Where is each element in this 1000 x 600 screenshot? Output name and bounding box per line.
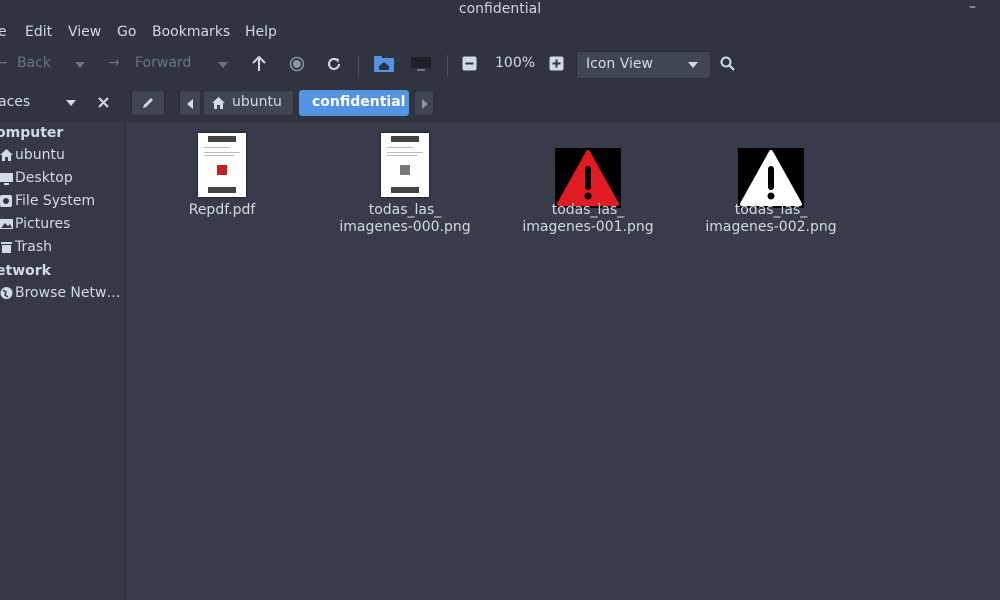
file-name: todas_las_ imagenes-001.png xyxy=(522,202,654,235)
crumb-label: confidential xyxy=(312,94,406,110)
menu-go[interactable]: Go xyxy=(117,24,136,40)
path-scroll-right-button[interactable] xyxy=(414,90,434,116)
path-scroll-left-button[interactable] xyxy=(179,90,201,116)
chevron-down-icon xyxy=(66,100,76,106)
zoom-out-icon[interactable] xyxy=(462,56,479,73)
menu-bookmarks[interactable]: Bookmarks xyxy=(152,24,230,40)
places-selector[interactable]: aces xyxy=(0,90,125,116)
toolbar-separator xyxy=(447,55,448,77)
sidebar-item-label: Trash xyxy=(15,239,52,255)
sidebar-item-label: ubuntu xyxy=(15,147,65,163)
sidebar-item-trash[interactable]: Trash xyxy=(0,237,124,260)
warning-icon xyxy=(555,148,621,208)
file-name: todas_las_ imagenes-002.png xyxy=(705,202,837,235)
menu-bar: e Edit View Go Bookmarks Help xyxy=(0,20,1000,46)
sidebar-item-label: Browse Netw… xyxy=(15,285,121,301)
menu-file[interactable]: e xyxy=(0,24,7,40)
file-item[interactable]: Repdf.pdf xyxy=(142,132,302,242)
up-arrow-icon[interactable] xyxy=(252,56,266,72)
stop-icon[interactable] xyxy=(289,56,305,72)
forward-dropdown-icon[interactable] xyxy=(218,62,228,68)
sidebar-item-label: File System xyxy=(15,193,96,209)
file-item[interactable]: todas_las_ imagenes-002.png xyxy=(691,132,851,242)
sidebar-item-label: Pictures xyxy=(15,216,71,232)
back-dropdown-icon[interactable] xyxy=(75,62,85,68)
zoom-in-icon[interactable] xyxy=(549,56,565,72)
search-icon[interactable] xyxy=(720,56,736,72)
pdf-thumbnail xyxy=(198,133,246,197)
png-thumbnail xyxy=(381,133,429,197)
menu-help[interactable]: Help xyxy=(245,24,277,40)
globe-icon xyxy=(0,287,13,299)
forward-button[interactable]: Forward xyxy=(135,55,191,71)
forward-arrow-icon: → xyxy=(108,55,120,71)
home-icon xyxy=(0,149,13,161)
back-arrow-icon: ← xyxy=(0,55,8,71)
crumb-ubuntu[interactable]: ubuntu xyxy=(203,90,294,116)
view-mode-select[interactable]: Icon View xyxy=(576,51,711,79)
file-view: Repdf.pdf todas_las_ imagenes-000.png to… xyxy=(126,122,1000,600)
chevron-right-icon xyxy=(422,99,428,109)
close-icon[interactable] xyxy=(98,97,109,108)
reload-icon[interactable] xyxy=(326,56,342,72)
sidebar-item-desktop[interactable]: Desktop xyxy=(0,168,124,191)
file-name: Repdf.pdf xyxy=(188,202,256,218)
edit-location-button[interactable] xyxy=(131,90,165,116)
pencil-icon xyxy=(143,98,153,108)
file-name: todas_las_ imagenes-000.png xyxy=(339,202,471,235)
sidebar-item-label: Desktop xyxy=(15,170,73,186)
sidebar: omputer ubuntu Desktop File System Pictu… xyxy=(0,122,126,600)
trash-icon xyxy=(1,242,12,253)
chevron-down-icon xyxy=(688,62,698,68)
view-mode-label: Icon View xyxy=(586,56,653,72)
home-folder-icon[interactable] xyxy=(373,55,395,73)
minimize-button[interactable]: – xyxy=(969,0,976,15)
computer-icon[interactable] xyxy=(410,56,432,72)
places-label: aces xyxy=(0,94,31,110)
sidebar-item-browse-network[interactable]: Browse Netw… xyxy=(0,283,124,306)
sidebar-heading-computer: omputer xyxy=(0,125,64,141)
back-button[interactable]: Back xyxy=(17,55,51,71)
home-icon xyxy=(212,97,225,109)
pictures-icon xyxy=(0,219,13,229)
window-title: confidential xyxy=(458,1,542,17)
warning-icon xyxy=(738,148,804,208)
chevron-left-icon xyxy=(187,99,193,109)
title-bar: confidential – xyxy=(0,0,1000,20)
file-item[interactable]: todas_las_ imagenes-000.png xyxy=(325,132,485,242)
sidebar-item-pictures[interactable]: Pictures xyxy=(0,214,124,237)
toolbar-separator xyxy=(358,55,359,77)
sidebar-heading-network: etwork xyxy=(0,263,51,279)
file-item[interactable]: todas_las_ imagenes-001.png xyxy=(508,132,668,242)
crumb-confidential[interactable]: confidential xyxy=(299,90,409,116)
sidebar-item-ubuntu[interactable]: ubuntu xyxy=(0,145,124,168)
menu-edit[interactable]: Edit xyxy=(25,24,52,40)
drive-icon xyxy=(0,195,12,207)
sidebar-item-file-system[interactable]: File System xyxy=(0,191,124,214)
menu-view[interactable]: View xyxy=(68,24,101,40)
desktop-icon xyxy=(0,173,13,185)
crumb-label: ubuntu xyxy=(232,94,282,110)
zoom-level: 100% xyxy=(495,55,536,71)
